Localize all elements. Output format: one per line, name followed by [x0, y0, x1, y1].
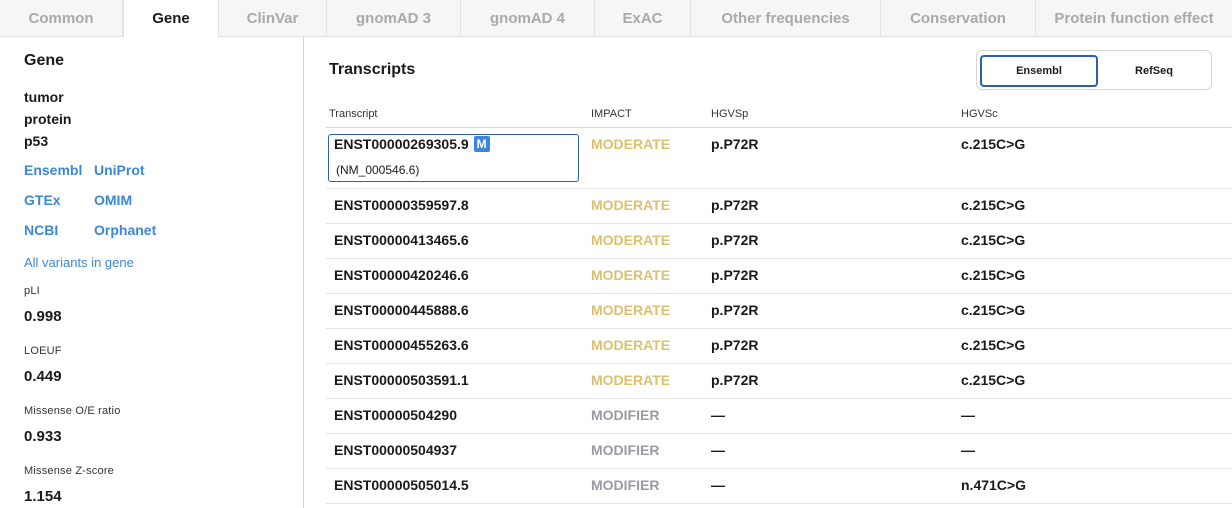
column-header-hgvsp[interactable]: HGVSp	[711, 108, 748, 120]
table-row-divider	[326, 293, 1232, 294]
transcript-id[interactable]: ENST00000420246.6	[334, 267, 469, 283]
metric-value-pli: 0.998	[24, 308, 62, 325]
transcript-id[interactable]: ENST00000505014.5	[334, 477, 469, 493]
table-row-divider	[326, 468, 1232, 469]
table-row-divider	[326, 258, 1232, 259]
table-row-divider	[326, 363, 1232, 364]
tab-exac[interactable]: ExAC	[595, 0, 691, 37]
hgvsc-value: —	[961, 407, 975, 423]
hgvsp-value: p.P72R	[711, 197, 759, 213]
refseq-id: (NM_000546.6)	[336, 163, 420, 177]
hgvsc-value: c.215C>G	[961, 136, 1026, 152]
tab-bar: Common Gene ClinVar gnomAD 3 gnomAD 4 Ex…	[0, 0, 1232, 38]
transcript-id[interactable]: ENST00000504937	[334, 442, 457, 458]
hgvsp-value: —	[711, 442, 725, 458]
transcript-id[interactable]: ENST00000455263.6	[334, 337, 469, 353]
all-variants-in-gene-link[interactable]: All variants in gene	[24, 255, 134, 270]
transcript-id[interactable]: ENST00000269305.9 M	[334, 136, 490, 152]
metric-label-pli: pLI	[24, 285, 40, 297]
table-header-divider	[326, 127, 1232, 128]
hgvsp-value: p.P72R	[711, 302, 759, 318]
transcript-id[interactable]: ENST00000359597.8	[334, 197, 469, 213]
table-row-divider	[326, 503, 1232, 504]
tab-gnomad-3[interactable]: gnomAD 3	[327, 0, 461, 37]
table-row-divider	[326, 223, 1232, 224]
transcript-id[interactable]: ENST00000504290	[334, 407, 457, 423]
table-row-divider	[326, 433, 1232, 434]
column-header-hgvsc[interactable]: HGVSc	[961, 108, 998, 120]
metric-label-missense-oe: Missense O/E ratio	[24, 405, 121, 417]
ensembl-toggle-button[interactable]: Ensembl	[980, 55, 1098, 87]
tab-gene[interactable]: Gene	[123, 0, 219, 38]
impact-value: MODERATE	[591, 232, 671, 248]
hgvsc-value: c.215C>G	[961, 232, 1026, 248]
tab-gnomad-4[interactable]: gnomAD 4	[461, 0, 595, 37]
link-ensembl[interactable]: Ensembl	[24, 162, 82, 178]
tab-common[interactable]: Common	[0, 0, 123, 37]
gene-name-line-2: protein	[24, 111, 72, 127]
hgvsp-value: p.P72R	[711, 267, 759, 283]
hgvsc-value: c.215C>G	[961, 302, 1026, 318]
hgvsp-value: p.P72R	[711, 372, 759, 388]
hgvsp-value: p.P72R	[711, 337, 759, 353]
tab-protein-function-effect[interactable]: Protein function effect	[1036, 0, 1232, 37]
tab-conservation[interactable]: Conservation	[881, 0, 1036, 37]
hgvsc-value: c.215C>G	[961, 197, 1026, 213]
transcript-id[interactable]: ENST00000503591.1	[334, 372, 469, 388]
hgvsc-value: c.215C>G	[961, 372, 1026, 388]
impact-value: MODIFIER	[591, 477, 660, 493]
impact-value: MODIFIER	[591, 442, 660, 458]
metric-label-missense-z: Missense Z-score	[24, 465, 114, 477]
transcript-id[interactable]: ENST00000413465.6	[334, 232, 469, 248]
metric-value-missense-oe: 0.933	[24, 428, 62, 445]
refseq-toggle-button[interactable]: RefSeq	[1099, 55, 1209, 87]
impact-value: MODERATE	[591, 136, 671, 152]
impact-value: MODERATE	[591, 267, 671, 283]
tab-clinvar[interactable]: ClinVar	[219, 0, 327, 37]
hgvsp-value: —	[711, 407, 725, 423]
link-omim[interactable]: OMIM	[94, 192, 132, 208]
table-row-divider	[326, 188, 1232, 189]
link-ncbi[interactable]: NCBI	[24, 222, 58, 238]
column-header-impact[interactable]: IMPACT	[591, 108, 632, 120]
sidebar-heading: Gene	[24, 52, 65, 69]
metric-label-loeuf: LOEUF	[24, 345, 62, 357]
link-uniprot[interactable]: UniProt	[94, 162, 145, 178]
hgvsp-value: p.P72R	[711, 136, 759, 152]
gene-name-line-1: tumor	[24, 89, 64, 105]
tab-other-frequencies[interactable]: Other frequencies	[691, 0, 881, 37]
link-gtex[interactable]: GTEx	[24, 192, 61, 208]
hgvsc-value: c.215C>G	[961, 267, 1026, 283]
column-header-transcript[interactable]: Transcript	[329, 108, 378, 120]
impact-value: MODERATE	[591, 302, 671, 318]
table-row-divider	[326, 398, 1232, 399]
metric-value-loeuf: 0.449	[24, 368, 62, 385]
impact-value: MODERATE	[591, 372, 671, 388]
mane-badge: M	[473, 136, 490, 152]
hgvsc-value: —	[961, 442, 975, 458]
transcript-source-toggle: Ensembl RefSeq	[976, 50, 1212, 90]
impact-value: MODERATE	[591, 197, 671, 213]
transcript-id[interactable]: ENST00000445888.6	[334, 302, 469, 318]
gene-name-line-3: p53	[24, 133, 49, 149]
hgvsc-value: c.215C>G	[961, 337, 1026, 353]
impact-value: MODIFIER	[591, 407, 660, 423]
hgvsc-value: n.471C>G	[961, 477, 1026, 493]
table-row-divider	[326, 328, 1232, 329]
transcripts-title: Transcripts	[329, 61, 416, 78]
impact-value: MODERATE	[591, 337, 671, 353]
metric-value-missense-z: 1.154	[24, 488, 62, 505]
hgvsp-value: —	[711, 477, 725, 493]
link-orphanet[interactable]: Orphanet	[94, 222, 156, 238]
hgvsp-value: p.P72R	[711, 232, 759, 248]
